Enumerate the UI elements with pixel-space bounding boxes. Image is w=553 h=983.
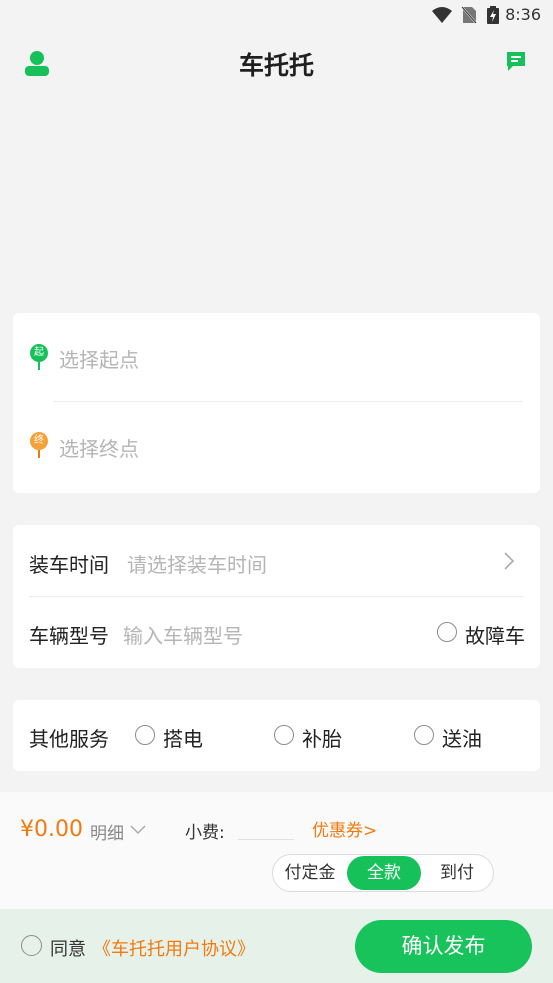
fuel-delivery-radio[interactable] — [414, 725, 434, 745]
start-marker-icon: 起 — [30, 344, 48, 362]
end-location-input[interactable]: 选择终点 — [59, 433, 139, 462]
agree-label: 同意 — [50, 939, 86, 960]
load-time-label: 装车时间 — [29, 553, 109, 577]
payment-full-tab[interactable]: 全款 — [347, 856, 421, 890]
payment-on-delivery-tab[interactable]: 到付 — [421, 855, 493, 891]
load-time-input[interactable]: 请选择装车时间 — [127, 549, 267, 578]
clock-text: 8:36 — [505, 5, 541, 24]
price-detail-toggle[interactable]: 明细 — [90, 819, 146, 844]
chevron-down-icon — [130, 825, 146, 835]
payment-deposit-tab[interactable]: 付定金 — [273, 855, 347, 891]
jumpstart-radio[interactable] — [135, 725, 155, 745]
fuel-delivery-label: 送油 — [442, 727, 482, 751]
broken-vehicle-label: 故障车 — [465, 624, 525, 648]
chevron-right-icon — [504, 552, 515, 570]
route-card: 起 选择起点 终 选择终点 — [13, 313, 540, 493]
route-divider — [53, 401, 523, 402]
app-header: 车托托 — [0, 30, 553, 94]
agree-radio[interactable] — [21, 935, 42, 956]
tip-input[interactable] — [238, 815, 294, 840]
tire-repair-label: 补胎 — [302, 727, 342, 751]
end-marker-icon: 终 — [30, 432, 48, 450]
no-sim-icon — [461, 6, 477, 24]
page-title: 车托托 — [238, 51, 314, 80]
status-bar: 8:36 — [0, 0, 553, 30]
vehicle-model-input[interactable]: 输入车辆型号 — [123, 620, 243, 649]
tip-label: 小费: — [185, 823, 225, 843]
price-amount: ¥0.00 — [20, 817, 83, 842]
services-label: 其他服务 — [29, 727, 109, 751]
message-icon[interactable] — [505, 50, 527, 72]
confirm-publish-button[interactable]: 确认发布 — [355, 920, 532, 973]
payment-segmented-control: 付定金 全款 到付 — [272, 854, 494, 892]
jumpstart-label: 搭电 — [163, 727, 203, 751]
tire-repair-radio[interactable] — [274, 725, 294, 745]
details-card: 装车时间 请选择装车时间 车辆型号 输入车辆型号 故障车 — [13, 525, 540, 668]
coupon-link[interactable]: 优惠券> — [312, 816, 377, 841]
price-detail-label: 明细 — [90, 824, 124, 844]
user-agreement-link[interactable]: 《车托托用户协议》 — [93, 935, 255, 961]
start-location-input[interactable]: 选择起点 — [59, 344, 139, 373]
broken-vehicle-radio[interactable] — [437, 622, 457, 642]
vehicle-model-label: 车辆型号 — [29, 624, 109, 648]
details-divider — [29, 596, 524, 597]
services-card: 其他服务 搭电 补胎 送油 — [13, 700, 540, 771]
battery-charging-icon — [487, 6, 499, 24]
wifi-icon — [432, 7, 452, 23]
